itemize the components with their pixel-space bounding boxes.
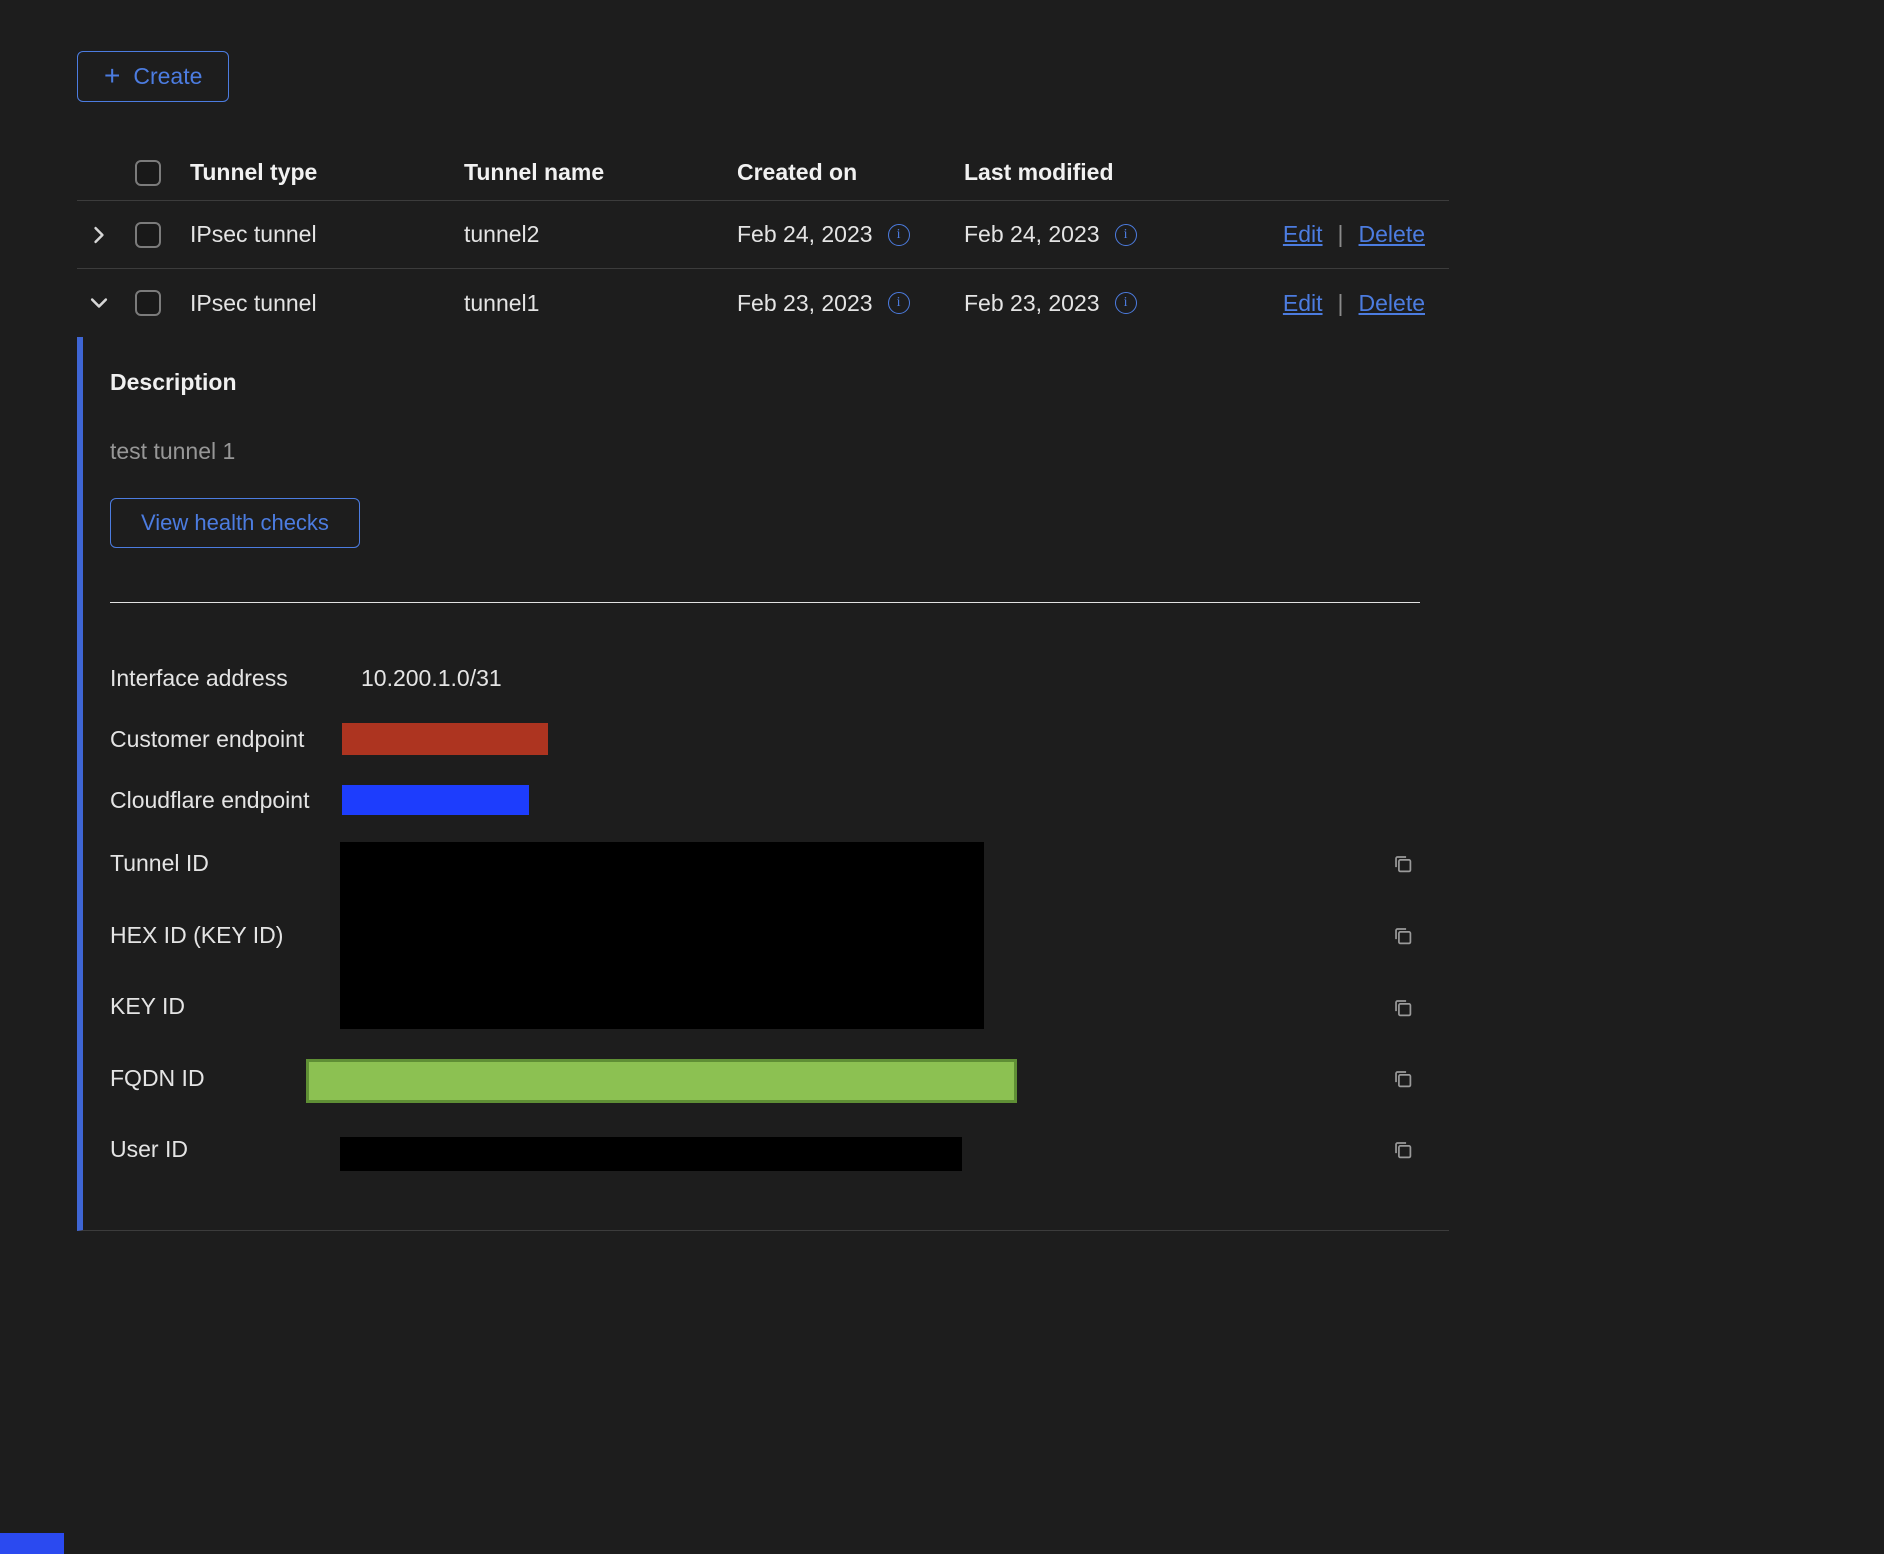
customer-endpoint-redacted-value: [342, 723, 548, 755]
last-modified-cell: Feb 24, 2023: [964, 221, 1100, 248]
created-on-cell: Feb 23, 2023: [737, 290, 873, 317]
detail-fields: Interface address Customer endpoint Clou…: [110, 654, 1449, 1184]
tunnel-id-label: Tunnel ID: [110, 847, 209, 879]
row-checkbox[interactable]: [135, 290, 161, 316]
tunnel-type-cell: IPsec tunnel: [190, 290, 464, 317]
info-icon[interactable]: [1115, 224, 1137, 246]
bottom-edge-accent-bar: [0, 1533, 64, 1554]
user-id-label: User ID: [110, 1133, 188, 1165]
copy-hex-id-button[interactable]: [1391, 924, 1414, 947]
description-text: test tunnel 1: [110, 435, 1449, 467]
interface-address-label: Interface address: [110, 662, 288, 694]
copy-fqdn-id-button[interactable]: [1391, 1067, 1414, 1090]
fqdn-id-redacted-value: [306, 1059, 1017, 1103]
delete-link[interactable]: Delete: [1359, 221, 1425, 248]
tunnel-name-cell: tunnel2: [464, 221, 737, 248]
section-divider: [110, 602, 1420, 603]
edit-link[interactable]: Edit: [1283, 290, 1323, 317]
tunnels-table: Tunnel type Tunnel name Created on Last …: [77, 145, 1449, 1231]
create-button[interactable]: Create: [77, 51, 229, 102]
chevron-right-icon: [88, 224, 110, 246]
action-separator: |: [1338, 221, 1344, 248]
copy-icon: [1391, 996, 1414, 1019]
col-header-tunnel-type: Tunnel type: [190, 159, 464, 186]
interface-address-value: 10.200.1.0/31: [361, 662, 502, 694]
copy-user-id-button[interactable]: [1391, 1138, 1414, 1161]
copy-icon: [1391, 1067, 1414, 1090]
tunnel-name-cell: tunnel1: [464, 290, 737, 317]
info-icon[interactable]: [1115, 292, 1137, 314]
create-button-label: Create: [133, 63, 202, 90]
action-separator: |: [1338, 290, 1344, 317]
last-modified-cell: Feb 23, 2023: [964, 290, 1100, 317]
plus-icon: [104, 62, 120, 90]
col-header-tunnel-name: Tunnel name: [464, 159, 737, 186]
table-header-row: Tunnel type Tunnel name Created on Last …: [77, 145, 1449, 201]
table-row-tunnel1: IPsec tunnel tunnel1 Feb 23, 2023 Feb 23…: [77, 269, 1449, 337]
hex-id-label: HEX ID (KEY ID): [110, 919, 283, 951]
delete-link[interactable]: Delete: [1359, 290, 1425, 317]
key-id-label: KEY ID: [110, 990, 185, 1022]
ids-redacted-value-block: [340, 842, 984, 1029]
select-all-checkbox[interactable]: [135, 160, 161, 186]
cloudflare-endpoint-label: Cloudflare endpoint: [110, 784, 309, 816]
table-row-tunnel2: IPsec tunnel tunnel2 Feb 24, 2023 Feb 24…: [77, 201, 1449, 269]
col-header-created-on: Created on: [737, 159, 964, 186]
view-health-checks-button[interactable]: View health checks: [110, 498, 360, 548]
edit-link[interactable]: Edit: [1283, 221, 1323, 248]
expand-row-button[interactable]: [88, 224, 110, 246]
created-on-cell: Feb 24, 2023: [737, 221, 873, 248]
copy-icon: [1391, 1138, 1414, 1161]
description-label: Description: [110, 366, 1449, 398]
copy-icon: [1391, 924, 1414, 947]
tunnels-page: Create Tunnel type Tunnel name Created o…: [0, 0, 1449, 1231]
col-header-last-modified: Last modified: [964, 159, 1449, 186]
tunnel-type-cell: IPsec tunnel: [190, 221, 464, 248]
user-id-redacted-value: [340, 1137, 962, 1171]
copy-tunnel-id-button[interactable]: [1391, 852, 1414, 875]
customer-endpoint-label: Customer endpoint: [110, 723, 304, 755]
row-checkbox[interactable]: [135, 222, 161, 248]
info-icon[interactable]: [888, 292, 910, 314]
tunnel-detail-panel: Description test tunnel 1 View health ch…: [77, 337, 1449, 1231]
fqdn-id-label: FQDN ID: [110, 1062, 205, 1094]
copy-icon: [1391, 852, 1414, 875]
cloudflare-endpoint-redacted-value: [342, 785, 529, 815]
info-icon[interactable]: [888, 224, 910, 246]
copy-key-id-button[interactable]: [1391, 996, 1414, 1019]
chevron-down-icon: [88, 292, 110, 314]
collapse-row-button[interactable]: [88, 292, 110, 314]
